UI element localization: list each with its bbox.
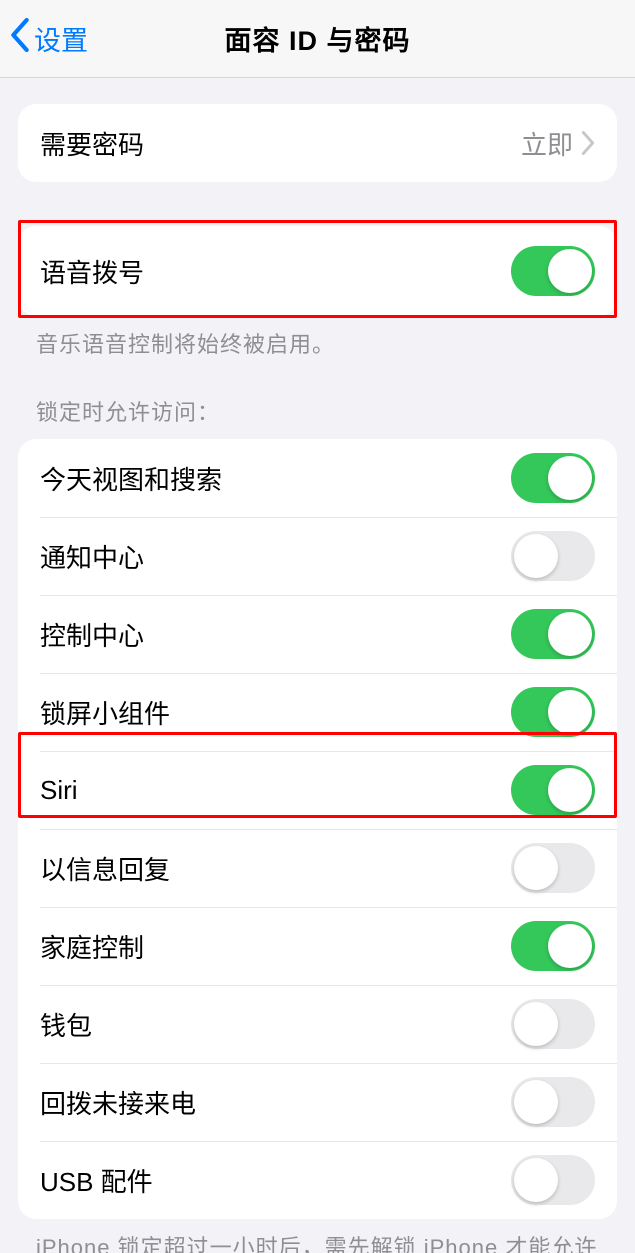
locked-access-label: 以信息回复 xyxy=(40,850,511,887)
back-label: 设置 xyxy=(34,19,88,58)
locked-access-row: 回拨未接来电 xyxy=(18,1063,617,1141)
locked-access-toggle[interactable] xyxy=(511,687,595,737)
locked-access-label: 控制中心 xyxy=(40,616,511,653)
voice-dial-toggle[interactable] xyxy=(511,246,595,296)
locked-access-toggle[interactable] xyxy=(511,1155,595,1205)
locked-access-toggle[interactable] xyxy=(511,453,595,503)
nav-bar: 设置 面容 ID 与密码 xyxy=(0,0,635,78)
voice-dial-group: 语音拨号 xyxy=(18,226,617,316)
page-title: 面容 ID 与密码 xyxy=(224,19,410,58)
locked-access-toggle[interactable] xyxy=(511,843,595,893)
locked-access-row: 控制中心 xyxy=(18,595,617,673)
locked-access-label: 今天视图和搜索 xyxy=(40,460,511,497)
locked-access-row: 钱包 xyxy=(18,985,617,1063)
locked-access-toggle[interactable] xyxy=(511,531,595,581)
locked-access-row: Siri xyxy=(18,751,617,829)
chevron-left-icon xyxy=(10,18,30,59)
require-passcode-value: 立即 xyxy=(521,125,573,162)
locked-access-toggle[interactable] xyxy=(511,921,595,971)
locked-access-group: 今天视图和搜索通知中心控制中心锁屏小组件 Siri 以信息回复家庭控制钱包回拨未接来… xyxy=(18,439,617,1219)
locked-access-row: USB 配件 xyxy=(18,1141,617,1219)
voice-dial-row: 语音拨号 xyxy=(18,226,617,316)
require-passcode-label: 需要密码 xyxy=(40,125,521,162)
locked-access-row: 以信息回复 xyxy=(18,829,617,907)
locked-access-label: Siri xyxy=(40,775,511,806)
require-passcode-row[interactable]: 需要密码 立即 xyxy=(18,104,617,182)
locked-access-toggle[interactable] xyxy=(511,1077,595,1127)
chevron-right-icon xyxy=(581,131,595,155)
voice-dial-label: 语音拨号 xyxy=(40,253,511,290)
locked-access-toggle[interactable] xyxy=(511,765,595,815)
locked-access-row: 今天视图和搜索 xyxy=(18,439,617,517)
locked-access-label: 钱包 xyxy=(40,1006,511,1043)
locked-access-label: USB 配件 xyxy=(40,1162,511,1199)
locked-access-label: 锁屏小组件 xyxy=(40,694,511,731)
voice-dial-footnote: 音乐语音控制将始终被启用。 xyxy=(36,328,603,361)
passcode-group: 需要密码 立即 xyxy=(18,104,617,182)
locked-access-label: 通知中心 xyxy=(40,538,511,575)
back-button[interactable]: 设置 xyxy=(10,18,88,59)
locked-access-toggle[interactable] xyxy=(511,609,595,659)
locked-access-label: 家庭控制 xyxy=(40,928,511,965)
locked-access-row: 锁屏小组件 xyxy=(18,673,617,751)
content: 需要密码 立即 语音拨号 音乐语音控制将始终被启用。 锁定时允许访问： 今天视图… xyxy=(0,104,635,1253)
locked-access-toggle[interactable] xyxy=(511,999,595,1049)
locked-access-row: 家庭控制 xyxy=(18,907,617,985)
locked-section-footnote: iPhone 锁定超过一小时后，需先解锁 iPhone 才能允许 USB 配件连… xyxy=(36,1231,603,1253)
locked-access-label: 回拨未接来电 xyxy=(40,1084,511,1121)
locked-access-row: 通知中心 xyxy=(18,517,617,595)
locked-section-header: 锁定时允许访问： xyxy=(36,395,603,427)
